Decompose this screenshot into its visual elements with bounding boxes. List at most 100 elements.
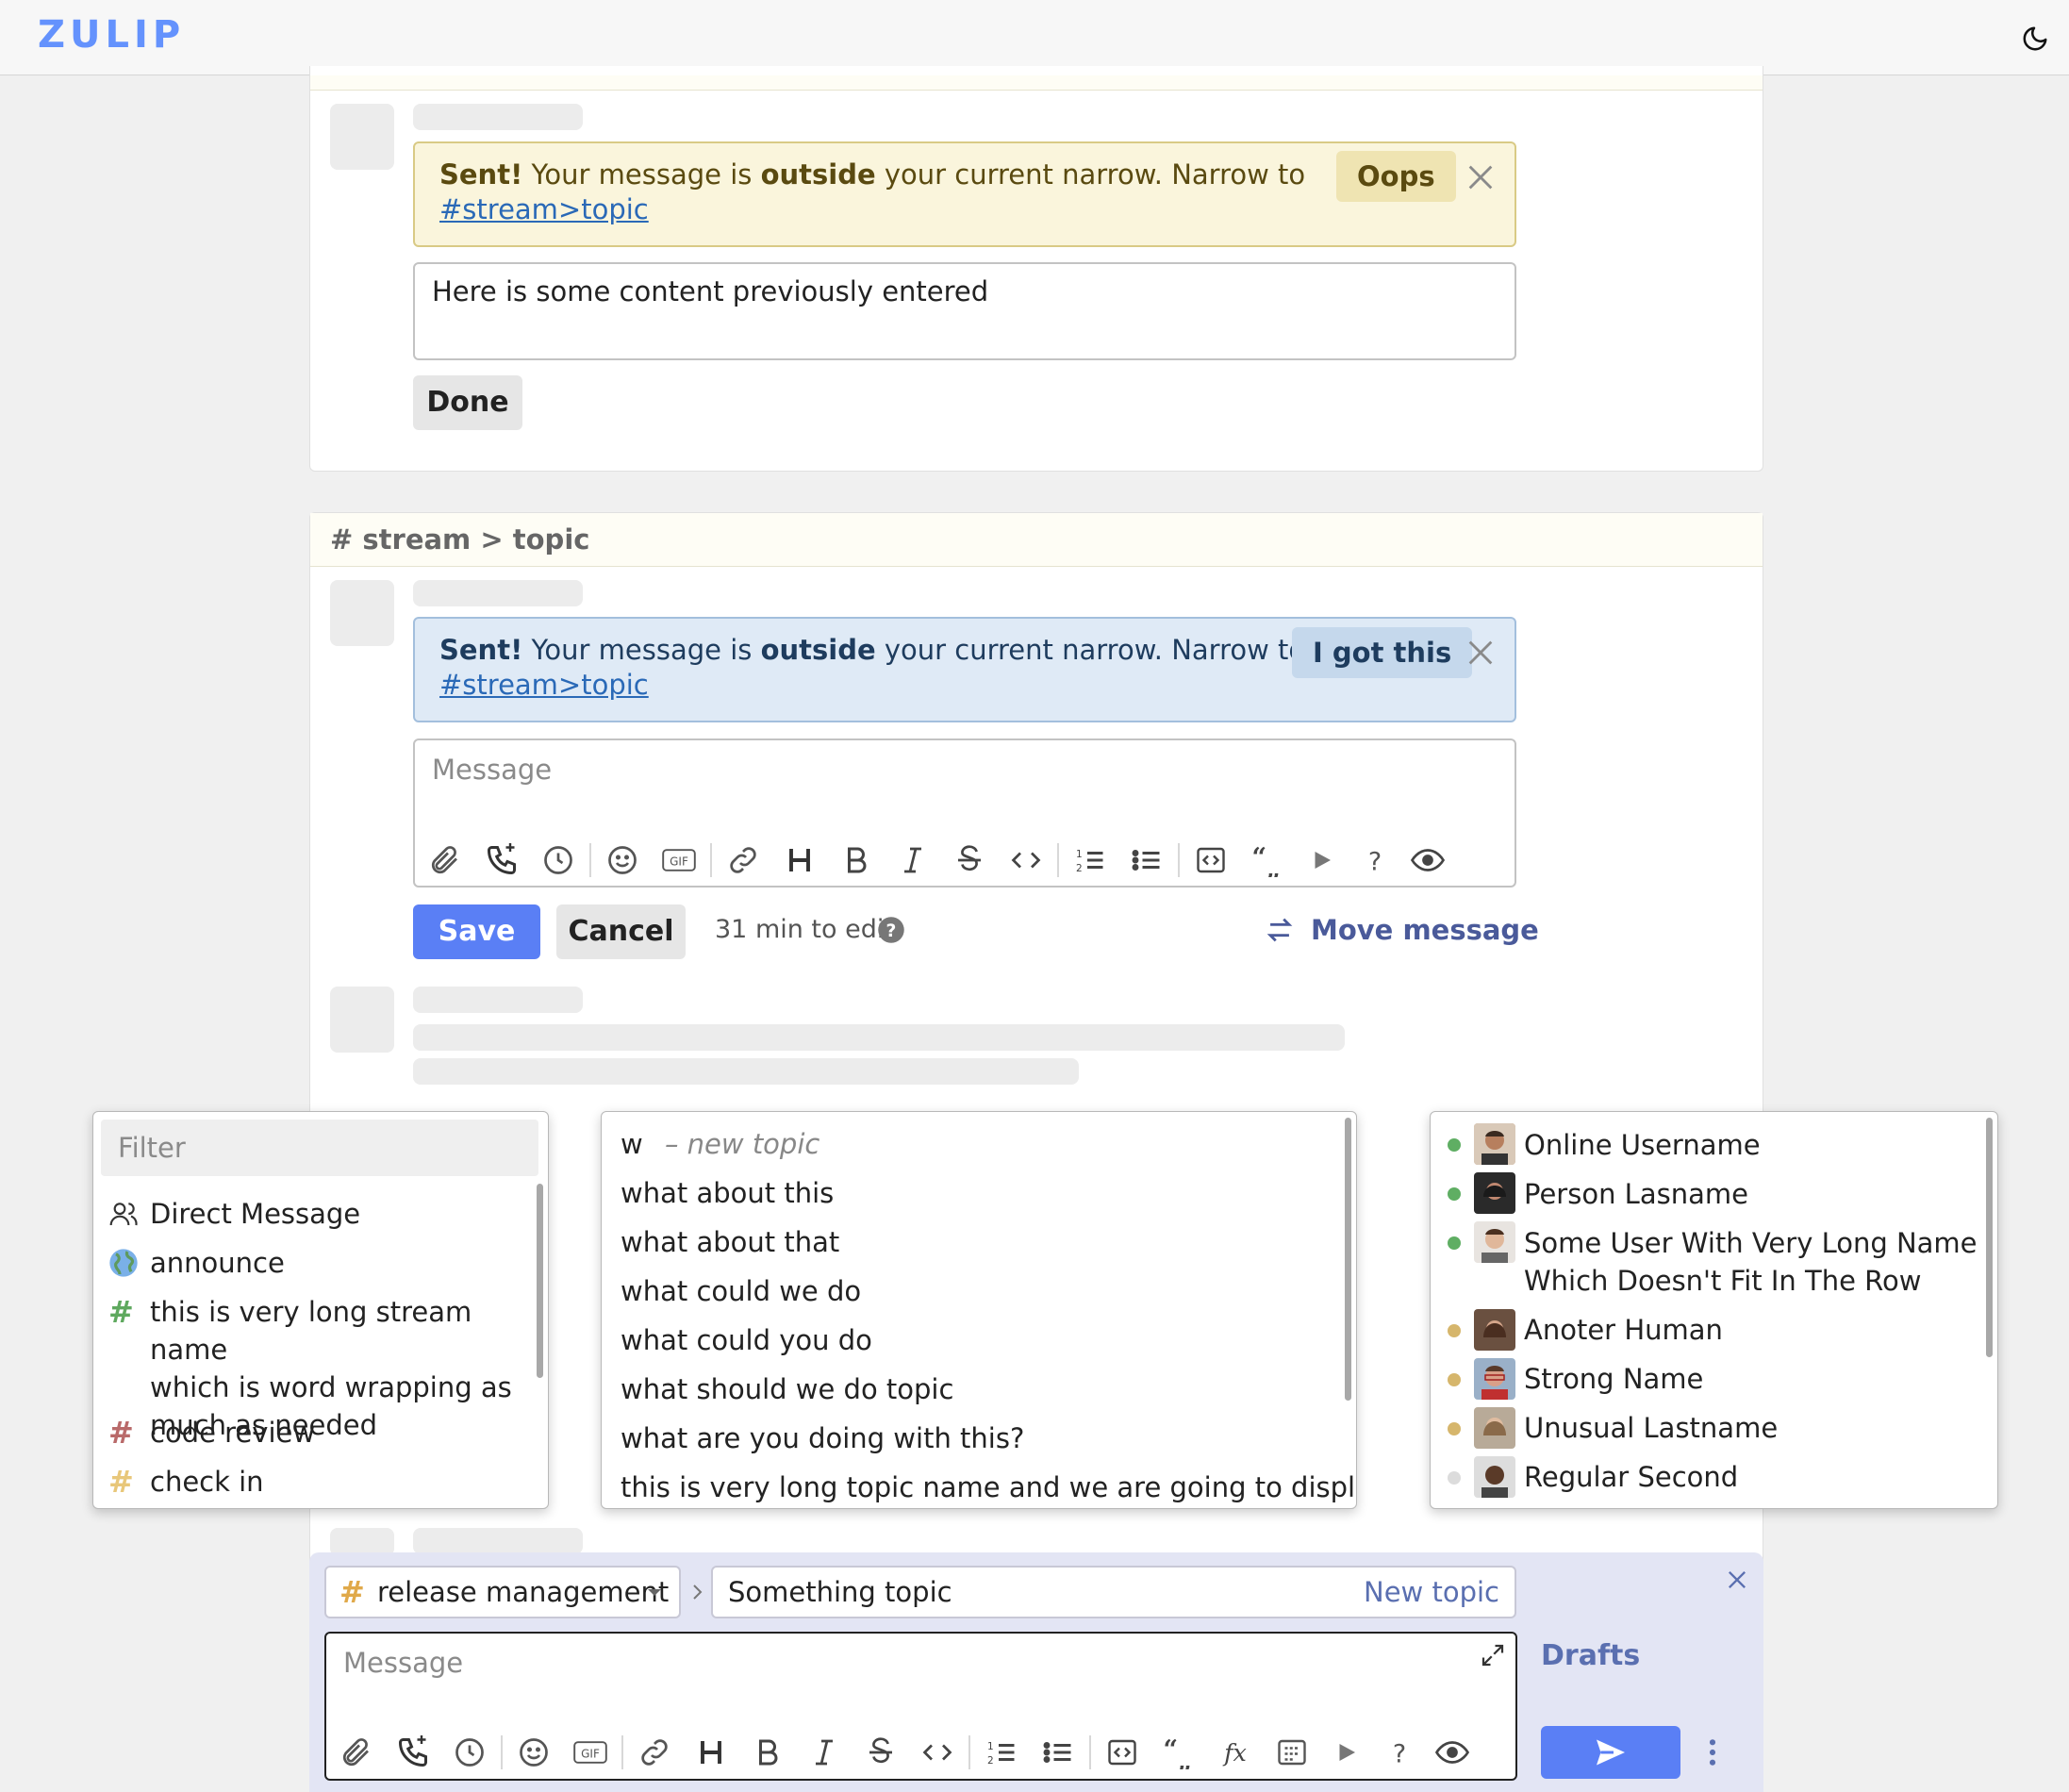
send-button[interactable] bbox=[1541, 1726, 1680, 1779]
filter-input[interactable]: Filter bbox=[101, 1120, 538, 1176]
spoiler-button[interactable] bbox=[1264, 1726, 1320, 1779]
stream-item-check-in[interactable]: check in bbox=[150, 1463, 264, 1501]
user-item[interactable]: Person Lasname bbox=[1524, 1175, 1748, 1213]
message-edit-textarea[interactable]: Here is some content previously entered bbox=[413, 262, 1516, 360]
svg-text:GIF: GIF bbox=[581, 1747, 600, 1760]
preview-button[interactable] bbox=[1401, 834, 1454, 887]
topic-item[interactable]: this is very long topic name and we are … bbox=[621, 1468, 1356, 1506]
svg-text:?: ? bbox=[1393, 1740, 1406, 1769]
bullet-list-button[interactable] bbox=[1118, 834, 1175, 887]
bullet-list-icon bbox=[1043, 1742, 1071, 1763]
scrollbar[interactable] bbox=[1986, 1118, 1993, 1357]
italic-button[interactable] bbox=[796, 1726, 852, 1779]
function-icon: fx bbox=[1222, 1739, 1247, 1767]
cancel-button[interactable]: Cancel bbox=[556, 904, 686, 959]
scrollbar[interactable] bbox=[1345, 1118, 1351, 1401]
attach-button[interactable] bbox=[417, 834, 473, 887]
hash-icon: # bbox=[339, 1574, 365, 1610]
narrow-link[interactable]: #stream>topic bbox=[439, 193, 649, 225]
user-item[interactable]: Anoter Human bbox=[1524, 1311, 1723, 1349]
numbered-list-button[interactable]: 12 bbox=[973, 1726, 1030, 1779]
stream-dropdown: Filter Direct Message announce # this is… bbox=[92, 1111, 549, 1509]
user-item[interactable]: Unusual Lastname bbox=[1524, 1409, 1778, 1447]
more-formatting-button[interactable] bbox=[1296, 834, 1349, 887]
move-message-button[interactable]: Move message bbox=[1264, 911, 1539, 949]
i-got-this-button[interactable]: I got this bbox=[1292, 627, 1473, 678]
strikethrough-button[interactable] bbox=[852, 1726, 909, 1779]
stream-selector[interactable]: # release management bbox=[324, 1566, 681, 1618]
oops-button[interactable]: Oops bbox=[1336, 151, 1456, 202]
link-button[interactable] bbox=[715, 834, 771, 887]
code-block-button[interactable] bbox=[1094, 1726, 1150, 1779]
help-button[interactable]: ? bbox=[1349, 834, 1401, 887]
more-formatting-button[interactable] bbox=[1320, 1726, 1373, 1779]
heading-button[interactable] bbox=[771, 834, 828, 887]
user-item[interactable]: Regular Second bbox=[1524, 1458, 1738, 1496]
phone-icon bbox=[487, 843, 516, 875]
time-button[interactable] bbox=[530, 834, 587, 887]
recipient-header[interactable]: # stream > topic bbox=[330, 521, 589, 558]
stream-item-direct-message[interactable]: Direct Message bbox=[150, 1195, 360, 1233]
scrollbar[interactable] bbox=[537, 1184, 543, 1378]
user-item-long-name[interactable]: Some User With Very Long Name Which Does… bbox=[1524, 1224, 1978, 1300]
move-message-label: Move message bbox=[1311, 914, 1539, 946]
link-button[interactable] bbox=[626, 1726, 683, 1779]
user-item[interactable]: Online Username bbox=[1524, 1126, 1761, 1164]
quote-icon: “„ bbox=[1252, 843, 1282, 877]
math-button[interactable]: fx bbox=[1207, 1726, 1264, 1779]
done-button[interactable]: Done bbox=[413, 375, 522, 430]
emoji-button[interactable] bbox=[594, 834, 651, 887]
gif-button[interactable]: GIF bbox=[562, 1726, 619, 1779]
banner-text: Sent! Your message is outside your curre… bbox=[439, 634, 1306, 666]
stream-item-announce[interactable]: announce bbox=[150, 1244, 285, 1282]
sender-placeholder bbox=[413, 987, 583, 1013]
zulip-logo[interactable]: ZULIP bbox=[38, 13, 185, 57]
svg-text:?: ? bbox=[886, 921, 897, 941]
topic-item[interactable]: what should we do topic bbox=[621, 1370, 953, 1408]
stream-item-code-review[interactable]: code review bbox=[150, 1414, 315, 1452]
smile-icon bbox=[520, 1738, 548, 1767]
narrow-link[interactable]: #stream>topic bbox=[439, 669, 649, 701]
topic-input[interactable]: Something topic New topic bbox=[711, 1566, 1516, 1618]
strikethrough-button[interactable] bbox=[941, 834, 998, 887]
topic-dropdown: w – new topic what about this what about… bbox=[601, 1111, 1357, 1509]
quote-button[interactable]: “„ bbox=[1239, 834, 1296, 887]
topic-item[interactable]: what are you doing with this? bbox=[621, 1419, 1024, 1457]
code-button[interactable] bbox=[909, 1726, 966, 1779]
topic-item[interactable]: what about this bbox=[621, 1174, 834, 1212]
bold-button[interactable] bbox=[739, 1726, 796, 1779]
quote-button[interactable]: “„ bbox=[1150, 1726, 1207, 1779]
topic-item[interactable]: what could you do bbox=[621, 1321, 872, 1359]
numbered-list-button[interactable]: 12 bbox=[1062, 834, 1118, 887]
help-circle-icon[interactable]: ? bbox=[877, 916, 905, 944]
user-item[interactable]: Strong Name bbox=[1524, 1360, 1703, 1398]
bold-button[interactable] bbox=[828, 834, 885, 887]
hash-icon: # bbox=[108, 1415, 134, 1451]
gif-button[interactable]: GIF bbox=[651, 834, 707, 887]
topic-item[interactable]: what about that bbox=[621, 1223, 839, 1261]
heading-button[interactable] bbox=[683, 1726, 739, 1779]
close-icon[interactable] bbox=[1465, 161, 1497, 193]
code-block-button[interactable] bbox=[1183, 834, 1239, 887]
code-block-icon bbox=[1197, 847, 1225, 873]
drafts-link[interactable]: Drafts bbox=[1541, 1637, 1640, 1675]
attach-button[interactable] bbox=[328, 1726, 385, 1779]
preview-button[interactable] bbox=[1426, 1726, 1479, 1779]
topic-item[interactable]: what could we do bbox=[621, 1272, 861, 1310]
code-button[interactable] bbox=[998, 834, 1054, 887]
eye-icon bbox=[1411, 849, 1445, 871]
expand-icon[interactable] bbox=[1479, 1641, 1507, 1669]
save-button[interactable]: Save bbox=[413, 904, 540, 959]
bullet-list-button[interactable] bbox=[1030, 1726, 1086, 1779]
topic-item-new[interactable]: w – new topic bbox=[621, 1125, 819, 1163]
time-button[interactable] bbox=[441, 1726, 498, 1779]
call-button[interactable] bbox=[473, 834, 530, 887]
close-compose-icon[interactable] bbox=[1724, 1567, 1750, 1593]
more-options-icon[interactable] bbox=[1697, 1737, 1728, 1767]
help-button[interactable]: ? bbox=[1373, 1726, 1426, 1779]
emoji-button[interactable] bbox=[505, 1726, 562, 1779]
moon-icon[interactable] bbox=[2021, 25, 2049, 53]
call-button[interactable] bbox=[385, 1726, 441, 1779]
italic-button[interactable] bbox=[885, 834, 941, 887]
close-icon[interactable] bbox=[1465, 637, 1497, 669]
